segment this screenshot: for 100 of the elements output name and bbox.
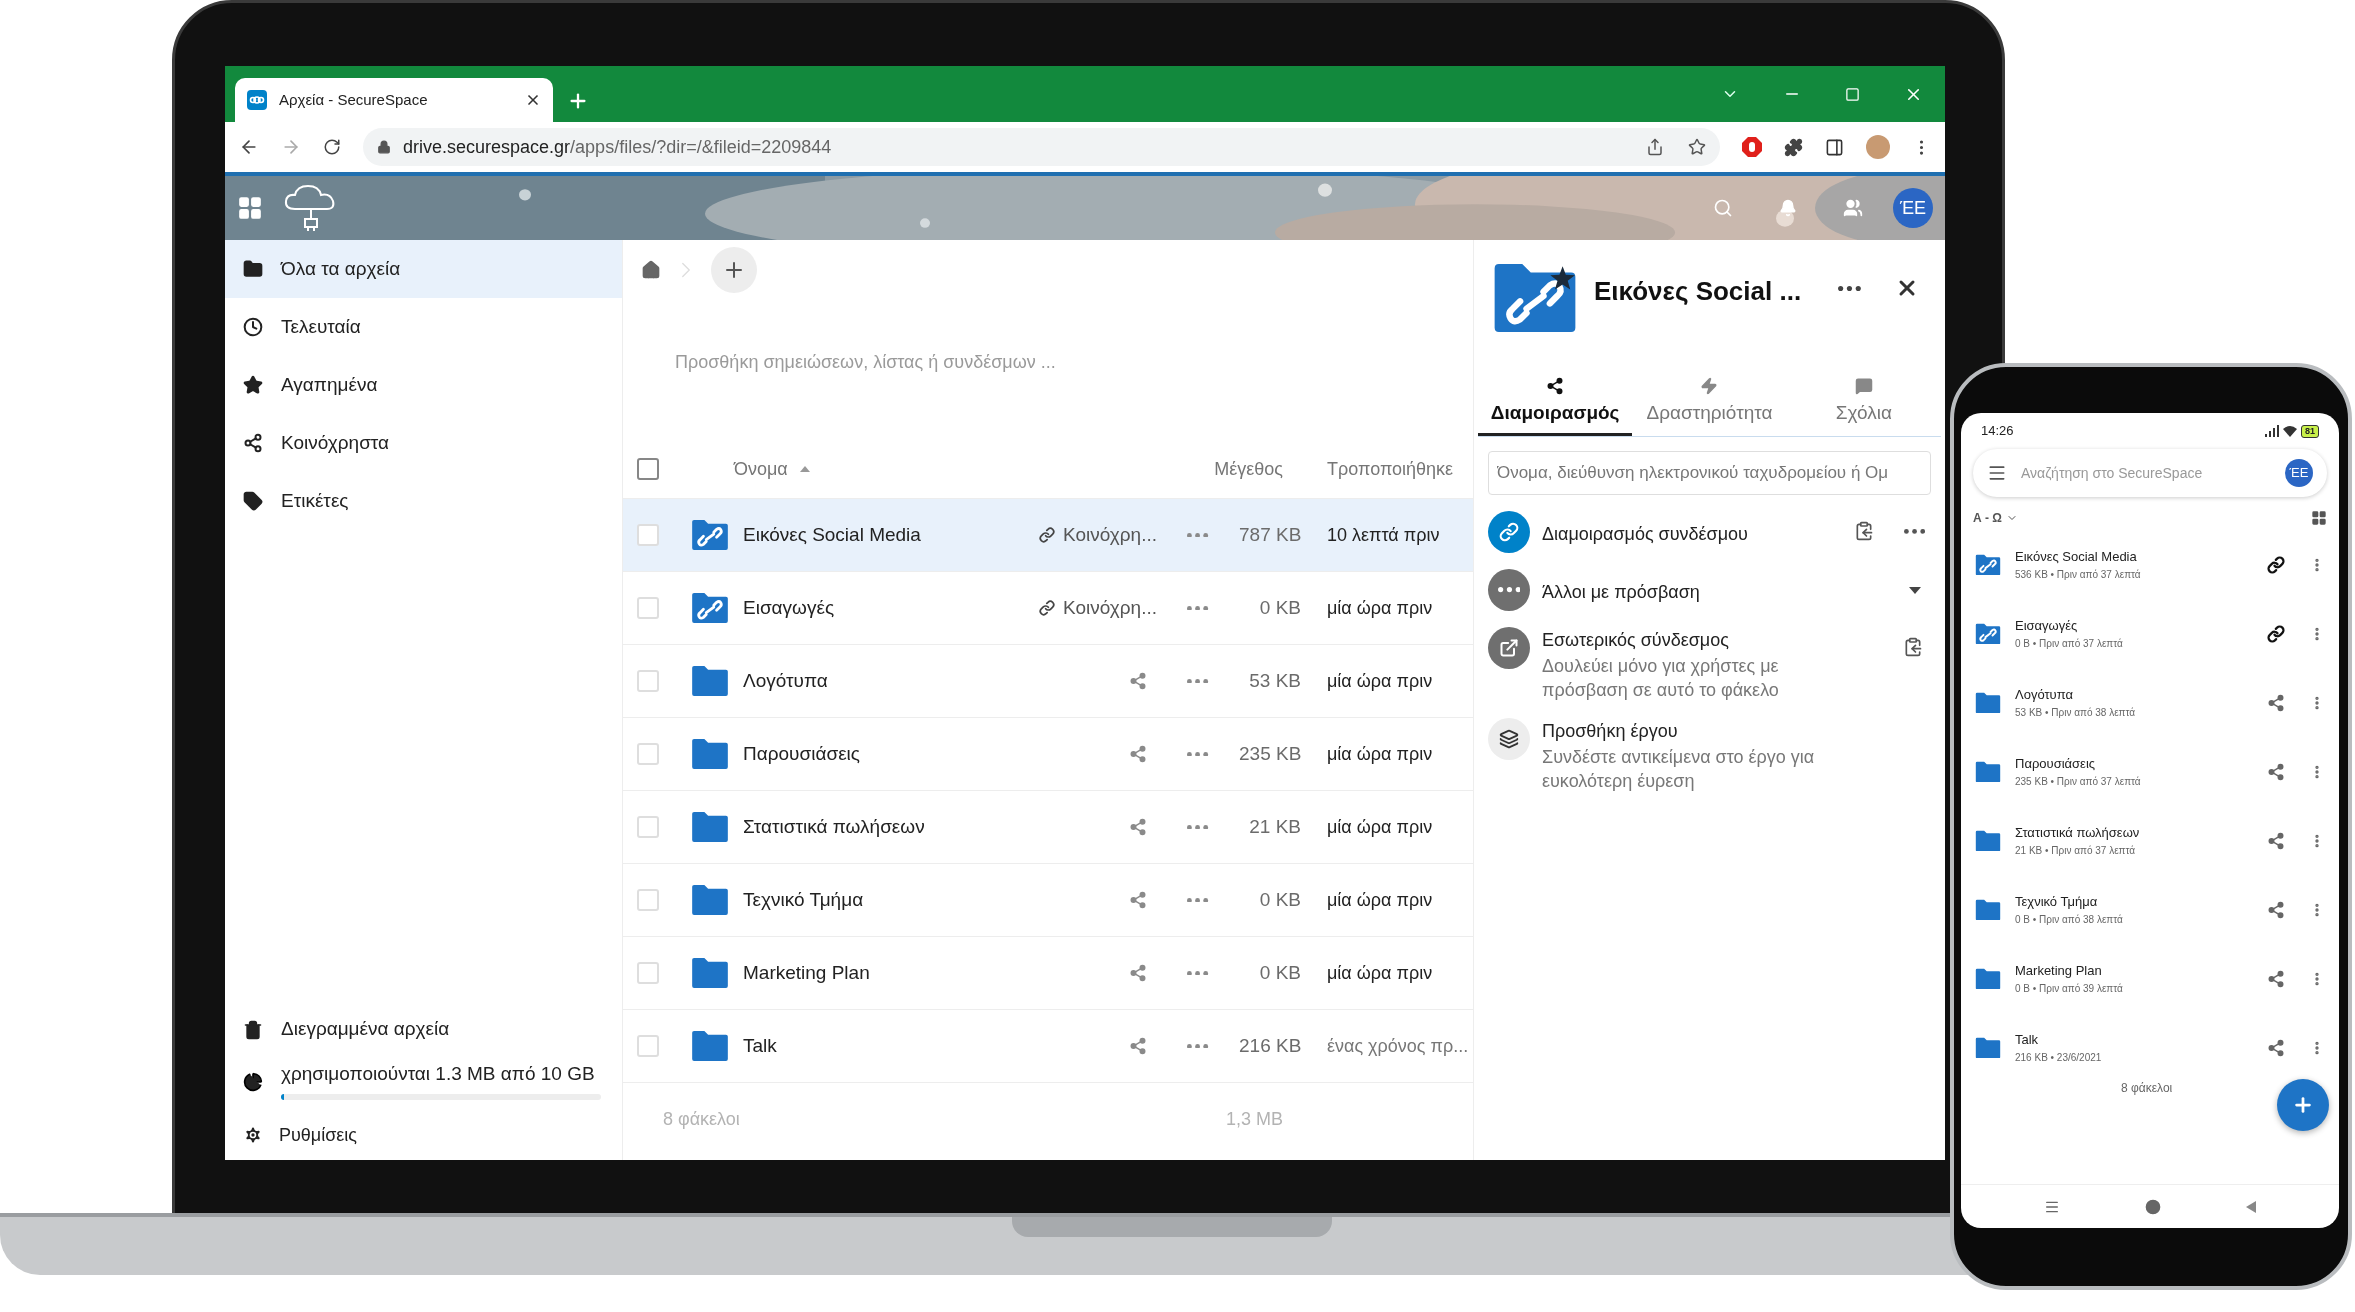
file-row[interactable]: Εισαγωγές 0 B • Πριν από 37 λεπτά	[1961, 610, 2339, 657]
link-icon[interactable]	[2267, 555, 2285, 574]
file-name[interactable]: Τεχνικό Τμήμα	[743, 885, 1022, 915]
share-entry-title[interactable]: Εσωτερικός σύνδεσμος	[1542, 627, 1891, 654]
share-entry-title[interactable]: Άλλοι με πρόσβαση	[1542, 579, 1897, 606]
more-icon[interactable]	[1838, 286, 1861, 292]
bookmark-star-icon[interactable]	[1688, 138, 1706, 156]
share-icon[interactable]	[1129, 672, 1147, 690]
file-name[interactable]: Στατιστικά πωλήσεων	[743, 812, 1022, 842]
file-row[interactable]: Εικόνες Social Media 536 KB • Πριν από 37 λεπτά	[1961, 541, 2339, 588]
share-icon[interactable]	[1129, 891, 1147, 909]
folder-icon	[1975, 967, 2001, 990]
link-icon[interactable]	[2267, 624, 2285, 643]
details-tab[interactable]: Διαμοιρασμός	[1478, 374, 1633, 436]
row-checkbox[interactable]	[637, 670, 659, 692]
column-header[interactable]: Τροποποιήθηκε	[1327, 455, 1473, 483]
reload-icon[interactable]	[323, 138, 341, 156]
home-icon[interactable]	[641, 260, 661, 280]
close-icon[interactable]	[525, 92, 541, 108]
home-button-icon[interactable]	[2145, 1198, 2161, 1215]
more-icon[interactable]	[1903, 529, 1925, 534]
folder-icon	[691, 884, 729, 916]
maximize-icon[interactable]	[1845, 86, 1860, 102]
details-title: Εικόνες Social ...	[1594, 275, 1802, 308]
file-name[interactable]: Εικόνες Social Media	[743, 520, 1022, 550]
folder-icon	[1975, 898, 2001, 921]
clipboard-icon[interactable]	[1903, 637, 1923, 657]
row-checkbox[interactable]	[637, 889, 659, 911]
share-entry-title[interactable]: Προσθήκη έργου	[1542, 718, 1931, 745]
share-entry-description: Συνδέστε αντικείμενα στο έργο για ευκολότερη έυρεση	[1542, 746, 1816, 793]
modified-time: μία ώρα πριν	[1327, 742, 1434, 766]
column-header[interactable]: Όνομα	[734, 455, 788, 483]
details-tab[interactable]: Δραστηριότητα	[1632, 374, 1787, 436]
folder-icon	[1975, 691, 2001, 714]
stop-sign-icon[interactable]	[1742, 137, 1762, 157]
share-status[interactable]: Κοινόχρη...	[1063, 593, 1157, 623]
row-checkbox[interactable]	[637, 524, 659, 546]
app-logo-icon	[247, 90, 267, 110]
file-name[interactable]: Marketing Plan	[743, 958, 1022, 988]
row-checkbox[interactable]	[637, 743, 659, 765]
file-row[interactable]: Παρουσιάσεις 235 KB • Πριν από 37 λεπτά	[1961, 748, 2339, 795]
file-row[interactable]: Λογότυπα 53 KB • Πριν από 38 λεπτά	[1961, 679, 2339, 726]
share-icon[interactable]	[1129, 1037, 1147, 1055]
file-name[interactable]: Εισαγωγές	[743, 593, 1022, 623]
share-entry-title[interactable]: Διαμοιρασμός συνδέσμου	[1542, 521, 1842, 548]
row-checkbox[interactable]	[637, 962, 659, 984]
file-meta: 216 KB • 23/6/2021	[2015, 1050, 2103, 1065]
side-panel-icon[interactable]	[1825, 137, 1844, 157]
row-checkbox[interactable]	[637, 1035, 659, 1057]
share-icon[interactable]	[2267, 900, 2285, 919]
file-row[interactable]: Εικόνες Social Media Κοινόχρη... 787 KB 10 λεπτά πριν	[623, 499, 1473, 572]
share-icon[interactable]	[2267, 762, 2285, 781]
apps-grid-icon[interactable]	[237, 195, 263, 221]
more-icon	[1497, 587, 1521, 593]
column-header[interactable]: Μέγεθος	[1183, 455, 1283, 483]
file-row[interactable]: Marketing Plan 0 B • Πριν από 39 λεπτά	[1961, 955, 2339, 1002]
file-row[interactable]: Τεχνικό Τμήμα 0 B • Πριν από 38 λεπτά	[1961, 886, 2339, 933]
row-checkbox[interactable]	[637, 597, 659, 619]
file-meta: 0 B • Πριν από 39 λεπτά	[2015, 981, 2124, 996]
details-tab[interactable]: Σχόλια	[1786, 374, 1941, 436]
clock-icon	[243, 317, 263, 337]
file-name[interactable]: Λογότυπα	[743, 666, 1022, 696]
profile-avatar[interactable]	[1866, 135, 1890, 159]
file-row[interactable]: Talk 216 KB • 23/6/2021	[1961, 1024, 2339, 1071]
settings-link[interactable]: Ρυθμίσεις	[225, 1110, 622, 1160]
share-status[interactable]: Κοινόχρη...	[1063, 520, 1157, 550]
share-icon[interactable]	[2267, 969, 2285, 988]
sidebar-item[interactable]: Διεγραμμένα αρχεία	[225, 1003, 622, 1056]
grid-view-icon[interactable]	[2311, 510, 2327, 526]
search-bar[interactable]: Αναζήτηση στο SecureSpace ΈΕ	[1973, 449, 2327, 497]
folder-icon	[1975, 829, 2001, 852]
user-avatar[interactable]: ΈΕ	[2285, 459, 2313, 487]
share-icon[interactable]	[2267, 693, 2285, 712]
share-icon[interactable]	[1129, 964, 1147, 982]
sort-button[interactable]: Α - Ω	[1973, 509, 2002, 527]
row-checkbox[interactable]	[637, 816, 659, 838]
pie-chart-icon	[243, 1071, 263, 1092]
share-icon[interactable]	[1129, 745, 1147, 763]
file-size: 787 KB	[1239, 522, 1301, 547]
file-name[interactable]: Παρουσιάσεις	[743, 739, 1022, 769]
share-search-field[interactable]: Όνομα, διεύθυνση ηλεκτρονικού ταχυδρομείου ή Ομ	[1488, 451, 1931, 495]
share-icon[interactable]	[1129, 818, 1147, 836]
notes-field[interactable]: Προσθήκη σημειώσεων, λίστας ή συνδέσμων ...	[675, 348, 1375, 376]
dropdown-caret-icon[interactable]	[1909, 587, 1921, 594]
share-page-icon[interactable]	[1646, 138, 1664, 156]
file-name[interactable]: Talk	[743, 1031, 1022, 1061]
new-button[interactable]	[711, 247, 757, 293]
select-all-checkbox[interactable]	[637, 458, 659, 480]
shared-folder-icon	[691, 519, 729, 551]
file-meta: 21 KB • Πριν από 37 λεπτά	[2015, 843, 2137, 858]
status-time: 14:26	[1981, 422, 2014, 441]
puzzle-icon[interactable]	[1784, 137, 1803, 157]
address-bar[interactable]: drive.securespace.gr/apps/files/?dir=/&fileid=2209844	[363, 128, 1720, 166]
file-row[interactable]: Στατιστικά πωλήσεων 21 KB • Πριν από 37 λεπτά	[1961, 817, 2339, 864]
add-button[interactable]	[2277, 1079, 2329, 1131]
menu-icon[interactable]	[1987, 463, 2007, 483]
sidebar-item[interactable]: Όλα τα αρχεία	[225, 240, 622, 298]
browser-tab[interactable]: Αρχεία - SecureSpace	[235, 78, 553, 122]
share-icon[interactable]	[2267, 831, 2285, 850]
share-icon[interactable]	[2267, 1038, 2285, 1057]
